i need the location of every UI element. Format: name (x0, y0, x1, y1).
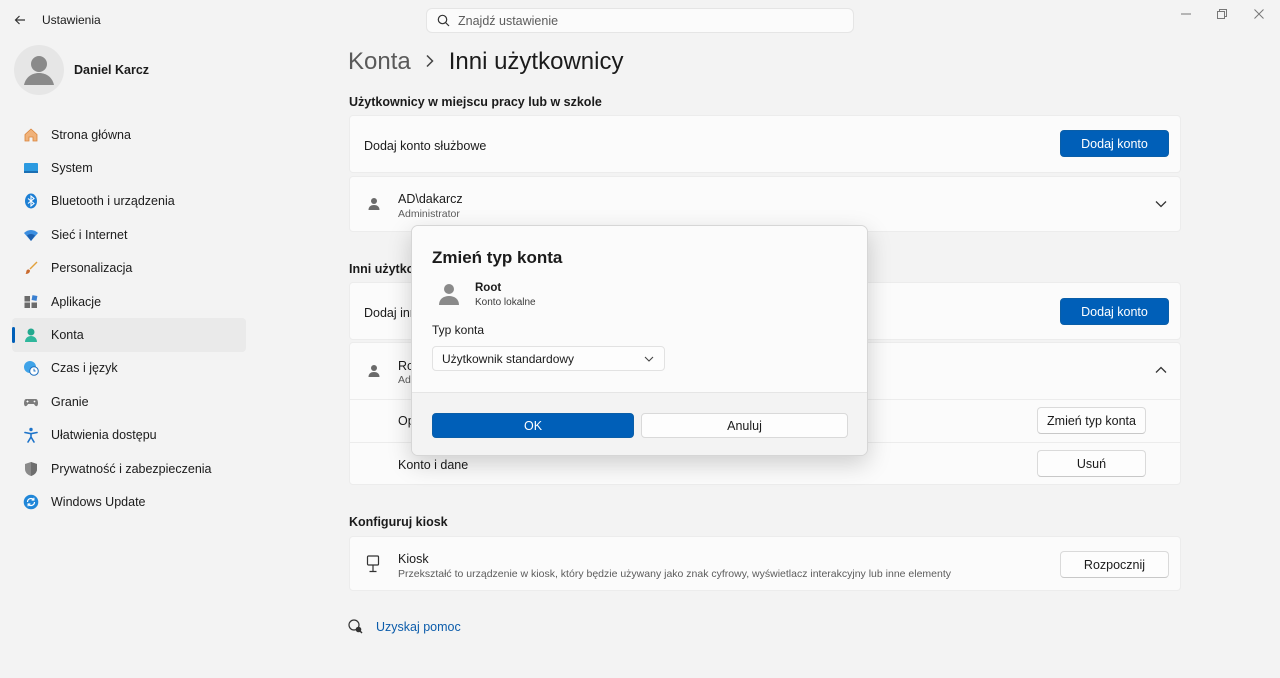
sidebar-item-label: Sieć i Internet (51, 227, 128, 242)
account-type-value: Użytkownik standardowy (442, 351, 575, 366)
search-input[interactable] (458, 13, 818, 28)
account-type-label: Typ konta (432, 323, 485, 337)
help-link[interactable]: Uzyskaj pomoc (376, 620, 461, 634)
kiosk-description: Przekształć to urządzenie w kiosk, który… (398, 568, 952, 580)
add-other-account-button[interactable]: Dodaj konto (1060, 298, 1169, 325)
kiosk-card: Kiosk Przekształć to urządzenie w kiosk,… (349, 536, 1181, 591)
kiosk-icon (366, 555, 380, 573)
sidebar-item-label: Konta (51, 328, 84, 343)
wifi-icon (22, 226, 40, 244)
globe-clock-icon (22, 359, 40, 377)
add-work-account-label: Dodaj konto służbowe (364, 139, 487, 153)
search-icon (437, 14, 450, 27)
help-icon (348, 619, 363, 634)
work-user-role: Administrator (398, 208, 460, 220)
sidebar-item-label: Ułatwienia dostępu (51, 428, 157, 443)
breadcrumb-parent[interactable]: Konta (348, 48, 411, 76)
sidebar-item-time-language[interactable]: Czas i język (12, 352, 246, 385)
sidebar-item-label: Prywatność i zabezpieczenia (51, 461, 212, 476)
home-icon (22, 126, 40, 144)
sidebar-item-accessibility[interactable]: Ułatwienia dostępu (12, 419, 246, 452)
gamepad-icon (22, 393, 40, 411)
sidebar-item-label: Aplikacje (51, 294, 102, 309)
section-title-kiosk: Konfiguruj kiosk (349, 515, 448, 529)
add-work-account-card: Dodaj konto służbowe Dodaj konto (349, 115, 1181, 173)
sidebar-item-label: System (51, 161, 93, 176)
sidebar-item-personalization[interactable]: Personalizacja (12, 252, 246, 285)
ok-button[interactable]: OK (432, 413, 634, 438)
account-data-label: Konto i dane (398, 458, 469, 472)
app-title: Ustawienia (42, 13, 101, 27)
accessibility-icon (22, 426, 40, 444)
chevron-right-icon (425, 52, 435, 73)
sidebar-item-label: Strona główna (51, 127, 131, 142)
profile[interactable]: Daniel Karcz (14, 42, 149, 98)
page-title: Inni użytkownicy (448, 48, 624, 75)
sidebar-item-apps[interactable]: Aplikacje (12, 285, 246, 318)
user-icon (368, 365, 380, 377)
cancel-button[interactable]: Anuluj (641, 413, 848, 438)
sidebar-item-label: Windows Update (51, 494, 146, 509)
update-icon (22, 493, 40, 511)
sidebar-item-bluetooth[interactable]: Bluetooth i urządzenia (12, 185, 246, 218)
start-kiosk-button[interactable]: Rozpocznij (1060, 551, 1169, 578)
sidebar-item-network[interactable]: Sieć i Internet (12, 218, 246, 251)
dialog-body: Zmień typ konta Root Konto lokalne Typ k… (412, 226, 867, 392)
avatar (14, 45, 64, 95)
dialog-user-sub: Konto lokalne (475, 297, 536, 308)
account-icon (22, 326, 40, 344)
change-account-type-button[interactable]: Zmień typ konta (1037, 407, 1146, 434)
title-bar: Ustawienia (0, 0, 1280, 40)
other-user-role: Ad (398, 374, 411, 386)
sidebar-nav: Strona główna System Bluetooth i urządze… (12, 118, 246, 519)
sidebar-item-label: Personalizacja (51, 261, 133, 276)
help[interactable]: Uzyskaj pomoc (348, 619, 461, 634)
avatar (439, 284, 459, 305)
add-other-user-label: Dodaj inn (364, 306, 417, 320)
profile-name: Daniel Karcz (74, 63, 150, 77)
account-type-select[interactable]: Użytkownik standardowy (432, 346, 665, 371)
sidebar-item-gaming[interactable]: Granie (12, 385, 246, 418)
kiosk-title: Kiosk (398, 552, 429, 566)
back-arrow-icon[interactable] (10, 10, 30, 30)
shield-icon (22, 460, 40, 478)
user-icon (368, 198, 380, 210)
breadcrumb: Konta Inni użytkownicy (348, 48, 623, 76)
work-user-name: AD\dakarcz (398, 192, 463, 206)
sidebar-item-label: Granie (51, 394, 89, 409)
sidebar-item-accounts[interactable]: Konta (12, 318, 246, 352)
change-account-type-dialog: Zmień typ konta Root Konto lokalne Typ k… (411, 225, 868, 456)
add-work-account-button[interactable]: Dodaj konto (1060, 130, 1169, 157)
minimize-icon[interactable] (1176, 6, 1196, 22)
work-user-card[interactable]: AD\dakarcz Administrator (349, 176, 1181, 232)
close-icon[interactable] (1249, 6, 1269, 22)
dialog-user-name: Root (475, 282, 502, 294)
sidebar-item-label: Czas i język (51, 361, 118, 376)
remove-account-button[interactable]: Usuń (1037, 450, 1146, 477)
chevron-up-icon[interactable] (1154, 363, 1168, 377)
chevron-down-icon[interactable] (1154, 197, 1168, 211)
apps-icon (22, 293, 40, 311)
chevron-down-icon (644, 352, 654, 366)
sidebar-item-privacy[interactable]: Prywatność i zabezpieczenia (12, 452, 246, 485)
sidebar-item-label: Bluetooth i urządzenia (51, 194, 175, 209)
section-title-work: Użytkownicy w miejscu pracy lub w szkole (349, 95, 602, 109)
display-icon (22, 159, 40, 177)
dialog-footer: OK Anuluj (412, 392, 867, 455)
search-box[interactable] (426, 8, 854, 33)
brush-icon (22, 259, 40, 277)
bluetooth-icon (22, 192, 40, 210)
restore-icon[interactable] (1212, 6, 1232, 22)
sidebar-item-windows-update[interactable]: Windows Update (12, 485, 246, 518)
sidebar-item-home[interactable]: Strona główna (12, 118, 246, 151)
dialog-title: Zmień typ konta (432, 248, 563, 267)
sidebar-item-system[interactable]: System (12, 151, 246, 184)
